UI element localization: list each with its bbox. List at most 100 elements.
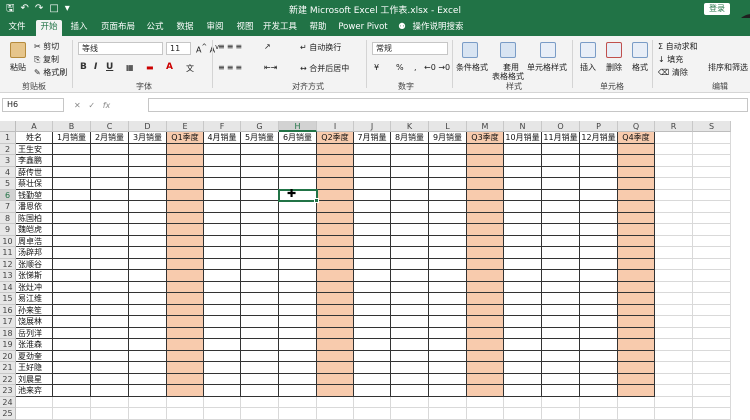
cell-B11[interactable] [53, 247, 91, 259]
cell-F19[interactable] [204, 339, 241, 351]
cell-M7[interactable] [467, 201, 504, 213]
cell-S8[interactable] [693, 212, 731, 224]
cell-D9[interactable] [129, 224, 167, 236]
cell-M21[interactable] [467, 362, 504, 374]
cell-K15[interactable] [391, 293, 429, 305]
cell-N10[interactable] [504, 235, 542, 247]
cell-O15[interactable] [542, 293, 580, 305]
column-header-O[interactable]: O [542, 121, 580, 132]
cell-A22[interactable]: 刘晨星 [16, 373, 53, 385]
column-header-H[interactable]: H [279, 121, 317, 132]
cell-C16[interactable] [91, 304, 129, 316]
active-cell-outline[interactable] [278, 188, 318, 202]
row-header-15[interactable]: 15 [0, 293, 16, 305]
cell-G24[interactable] [241, 396, 279, 408]
cell-E18[interactable] [167, 327, 204, 339]
cell-E6[interactable] [167, 189, 204, 201]
cell-K9[interactable] [391, 224, 429, 236]
cell-D5[interactable] [129, 178, 167, 190]
cell-H20[interactable] [279, 350, 317, 362]
cell-L11[interactable] [429, 247, 467, 259]
cell-S12[interactable] [693, 258, 731, 270]
cell-O14[interactable] [542, 281, 580, 293]
cell-M15[interactable] [467, 293, 504, 305]
cell-H19[interactable] [279, 339, 317, 351]
cell-L3[interactable] [429, 155, 467, 167]
cell-D4[interactable] [129, 166, 167, 178]
cell-S5[interactable] [693, 178, 731, 190]
cell-J13[interactable] [354, 270, 391, 282]
cell-J21[interactable] [354, 362, 391, 374]
cell-R3[interactable] [655, 155, 693, 167]
cell-E9[interactable] [167, 224, 204, 236]
cell-I8[interactable] [317, 212, 354, 224]
cell-P22[interactable] [580, 373, 618, 385]
cell-N4[interactable] [504, 166, 542, 178]
cell-J3[interactable] [354, 155, 391, 167]
format-cells-icon[interactable] [632, 42, 648, 58]
cell-N20[interactable] [504, 350, 542, 362]
cell-H3[interactable] [279, 155, 317, 167]
currency-icon[interactable]: ¥ [374, 63, 379, 72]
cell-R2[interactable] [655, 143, 693, 155]
cell-I10[interactable] [317, 235, 354, 247]
cell-B24[interactable] [53, 396, 91, 408]
cell-H24[interactable] [279, 396, 317, 408]
cell-M3[interactable] [467, 155, 504, 167]
cell-I9[interactable] [317, 224, 354, 236]
cell-K16[interactable] [391, 304, 429, 316]
cell-Q15[interactable] [618, 293, 655, 305]
cell-H1[interactable]: 6月销量 [279, 132, 317, 144]
cell-M10[interactable] [467, 235, 504, 247]
cell-K3[interactable] [391, 155, 429, 167]
cell-R9[interactable] [655, 224, 693, 236]
tab-file[interactable]: 文件 [6, 20, 28, 36]
table-format-icon[interactable] [500, 42, 516, 58]
cell-K8[interactable] [391, 212, 429, 224]
cell-O3[interactable] [542, 155, 580, 167]
tab-help[interactable]: 帮助 [307, 20, 329, 36]
cell-R13[interactable] [655, 270, 693, 282]
cell-F1[interactable]: 4月销量 [204, 132, 241, 144]
cell-L12[interactable] [429, 258, 467, 270]
cell-J18[interactable] [354, 327, 391, 339]
cell-K18[interactable] [391, 327, 429, 339]
cell-L23[interactable] [429, 385, 467, 397]
cell-J4[interactable] [354, 166, 391, 178]
row-header-5[interactable]: 5 [0, 178, 16, 190]
cell-G7[interactable] [241, 201, 279, 213]
cell-P11[interactable] [580, 247, 618, 259]
cell-F16[interactable] [204, 304, 241, 316]
cell-H15[interactable] [279, 293, 317, 305]
cell-A7[interactable]: 潘恩依 [16, 201, 53, 213]
cell-M22[interactable] [467, 373, 504, 385]
cell-J6[interactable] [354, 189, 391, 201]
cell-I15[interactable] [317, 293, 354, 305]
cell-L15[interactable] [429, 293, 467, 305]
cell-C4[interactable] [91, 166, 129, 178]
cell-I20[interactable] [317, 350, 354, 362]
cell-C14[interactable] [91, 281, 129, 293]
cell-Q9[interactable] [618, 224, 655, 236]
cell-G5[interactable] [241, 178, 279, 190]
cell-D17[interactable] [129, 316, 167, 328]
cell-D18[interactable] [129, 327, 167, 339]
format-painter-button[interactable]: ✎ 格式刷 [34, 67, 67, 78]
login-button[interactable]: 登录 [704, 3, 730, 15]
cell-H13[interactable] [279, 270, 317, 282]
cell-C10[interactable] [91, 235, 129, 247]
clear-button[interactable]: ⌫ 清除 [658, 67, 688, 78]
cell-A5[interactable]: 蔡壮保 [16, 178, 53, 190]
cell-D13[interactable] [129, 270, 167, 282]
cell-D10[interactable] [129, 235, 167, 247]
cell-B5[interactable] [53, 178, 91, 190]
cell-I22[interactable] [317, 373, 354, 385]
column-header-E[interactable]: E [167, 121, 204, 132]
row-header-23[interactable]: 23 [0, 385, 16, 397]
cell-D8[interactable] [129, 212, 167, 224]
cell-J24[interactable] [354, 396, 391, 408]
column-header-G[interactable]: G [241, 121, 279, 132]
cell-B13[interactable] [53, 270, 91, 282]
cell-D16[interactable] [129, 304, 167, 316]
cell-I5[interactable] [317, 178, 354, 190]
